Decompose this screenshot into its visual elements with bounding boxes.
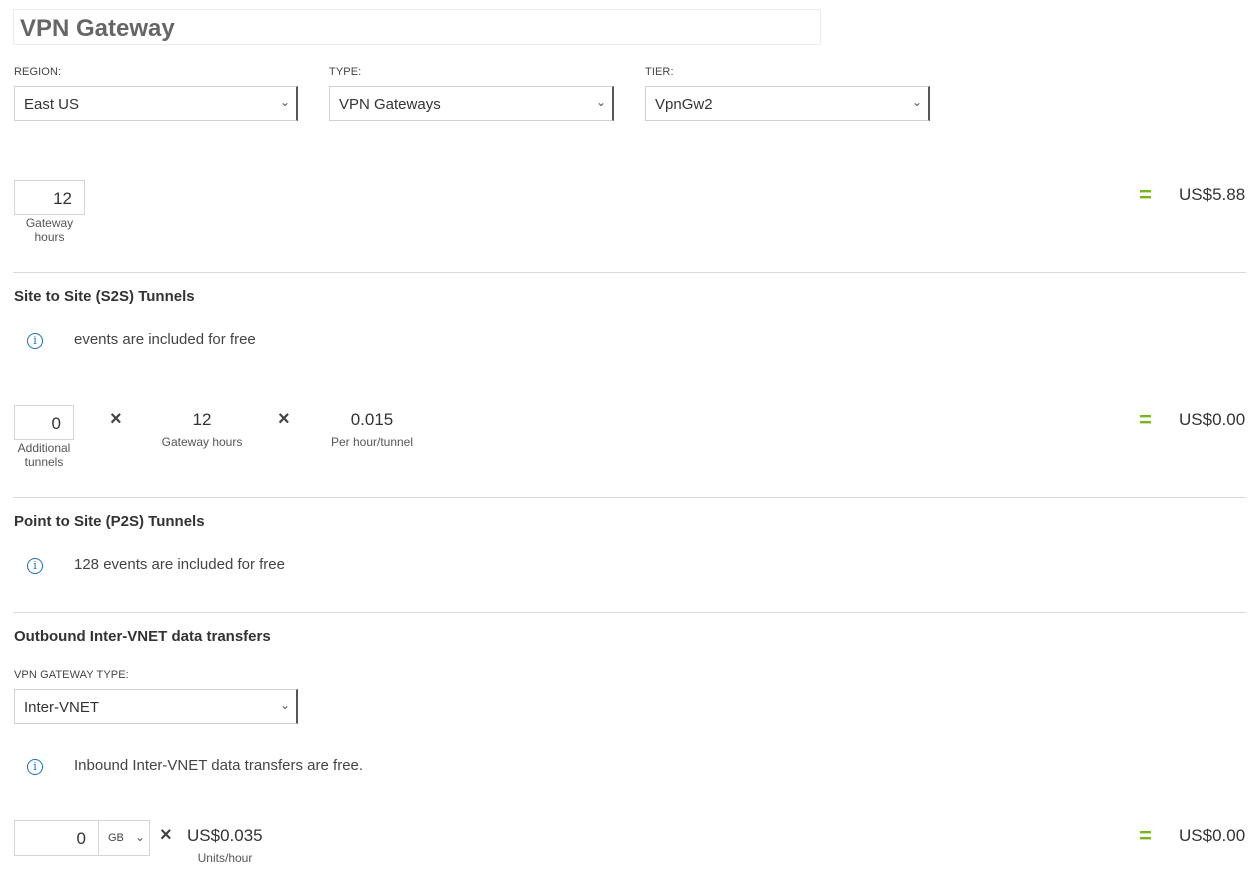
region-select[interactable]: East US ⌄ (14, 86, 298, 121)
title-box[interactable]: VPN Gateway (13, 9, 821, 45)
unit-value: GB (108, 832, 124, 844)
p2s-title: Point to Site (P2S) Tunnels (14, 513, 205, 530)
equals-sign: = (1139, 407, 1152, 432)
tier-label: TIER: (645, 66, 674, 78)
s2s-title: Site to Site (S2S) Tunnels (14, 288, 195, 305)
additional-tunnels-label-line2: tunnels (24, 455, 64, 469)
chevron-down-icon: ⌄ (595, 95, 606, 109)
outbound-rate-value: US$0.035 (187, 826, 263, 845)
unit-select[interactable]: GB ⌄ (98, 820, 150, 856)
page-title: VPN Gateway (20, 15, 175, 42)
times-icon: × (278, 408, 290, 430)
vpn-gateway-type-label: VPN GATEWAY TYPE: (14, 669, 129, 681)
outbound-info-text: Inbound Inter-VNET data transfers are fr… (74, 757, 364, 774)
additional-tunnels-label-line1: Additional (17, 441, 71, 455)
times-icon: × (160, 824, 172, 846)
type-select[interactable]: VPN Gateways ⌄ (329, 86, 614, 121)
additional-tunnels-input[interactable]: 0 (14, 405, 74, 440)
region-label: REGION: (14, 66, 62, 78)
divider (13, 497, 1246, 498)
s2s-info-text: events are included for free (74, 331, 256, 348)
gateway-hours-label-line2: hours (34, 230, 65, 244)
type-value: VPN Gateways (339, 96, 441, 113)
s2s-rate-label: Per hour/tunnel (330, 435, 414, 449)
times-icon: × (110, 408, 122, 430)
equals-sign: = (1139, 182, 1152, 207)
gateway-hours-label: Gateway hours (14, 216, 85, 244)
outbound-rate-label: Units/hour (197, 851, 253, 865)
gateway-total: US$5.88 (1179, 185, 1246, 204)
gateway-hours-value: 12 (53, 189, 72, 208)
data-amount-value: 0 (76, 829, 86, 848)
info-icon: i (27, 333, 43, 349)
s2s-gateway-hours-value: 12 (192, 410, 212, 429)
divider (13, 612, 1246, 613)
gateway-hours-label-line1: Gateway (25, 216, 74, 230)
additional-tunnels-value: 0 (51, 414, 61, 433)
divider (13, 272, 1246, 273)
info-icon: i (27, 759, 43, 775)
tier-select[interactable]: VpnGw2 ⌄ (645, 86, 930, 121)
vpn-gateway-type-select[interactable]: Inter-VNET ⌄ (14, 689, 298, 724)
info-icon: i (27, 558, 43, 574)
chevron-down-icon: ⌄ (911, 95, 922, 109)
chevron-down-icon: ⌄ (279, 698, 290, 712)
s2s-rate-value: 0.015 (350, 410, 394, 429)
outbound-title: Outbound Inter-VNET data transfers (14, 628, 271, 645)
chevron-down-icon: ⌄ (279, 95, 290, 109)
equals-sign: = (1139, 823, 1152, 848)
data-amount-input[interactable]: 0 (14, 820, 99, 856)
chevron-down-icon: ⌄ (134, 830, 145, 844)
gateway-hours-input[interactable]: 12 (14, 180, 85, 215)
region-value: East US (24, 96, 80, 113)
s2s-total: US$0.00 (1179, 410, 1246, 429)
s2s-gateway-hours-label: Gateway hours (161, 435, 243, 449)
p2s-info-text: 128 events are included for free (74, 556, 285, 573)
type-label: TYPE: (329, 66, 362, 78)
tier-value: VpnGw2 (655, 96, 713, 113)
additional-tunnels-label: Additional tunnels (4, 441, 84, 469)
outbound-total: US$0.00 (1179, 826, 1246, 845)
vpn-gateway-type-value: Inter-VNET (24, 699, 100, 716)
